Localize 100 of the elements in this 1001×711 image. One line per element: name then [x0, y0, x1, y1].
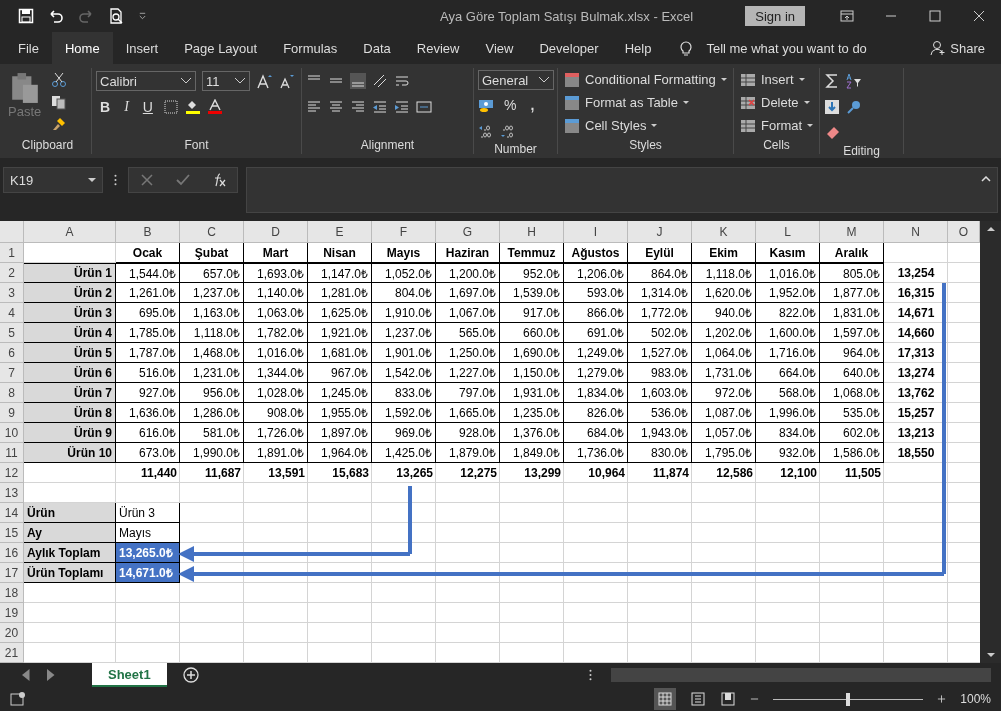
ribbon-tab[interactable]: View	[472, 32, 527, 64]
wrap-text-icon[interactable]	[394, 73, 410, 89]
row-header[interactable]: 4	[0, 303, 24, 323]
cells-menu-button[interactable]: Format	[738, 116, 815, 135]
font-size-dropdown[interactable]: 11	[202, 71, 250, 91]
fill-down-icon[interactable]	[824, 99, 840, 115]
column-header[interactable]: H	[500, 221, 564, 243]
page-break-view-icon[interactable]	[720, 691, 737, 707]
percent-button[interactable]: %	[500, 97, 521, 113]
row-header[interactable]: 9	[0, 403, 24, 423]
copy-icon[interactable]	[51, 94, 68, 110]
horizontal-align-icon[interactable]	[328, 99, 344, 115]
scissors-icon[interactable]	[51, 72, 68, 88]
ribbon-tab[interactable]: Page Layout	[171, 32, 271, 64]
scroll-down-icon[interactable]	[986, 653, 995, 657]
orientation-icon[interactable]	[372, 73, 388, 89]
column-header[interactable]: L	[756, 221, 820, 243]
shrink-font-icon[interactable]	[278, 73, 294, 89]
ribbon-tab[interactable]: Data	[350, 32, 404, 64]
next-sheet-icon[interactable]	[47, 669, 56, 681]
bold-button[interactable]: B	[96, 99, 115, 115]
ribbon-tab[interactable]: Help	[611, 32, 665, 64]
row-header[interactable]: 20	[0, 623, 24, 643]
italic-button[interactable]: I	[120, 99, 133, 115]
grow-font-icon[interactable]	[256, 73, 272, 89]
ribbon-tab[interactable]: Insert	[112, 32, 172, 64]
row-header[interactable]: 8	[0, 383, 24, 403]
page-layout-view-icon[interactable]	[690, 691, 707, 707]
horizontal-scrollbar[interactable]	[611, 668, 991, 682]
row-header[interactable]: 3	[0, 283, 24, 303]
row-header[interactable]: 18	[0, 583, 24, 603]
save-icon[interactable]	[18, 8, 34, 24]
close-icon[interactable]	[971, 8, 987, 24]
format-painter-icon[interactable]	[51, 116, 68, 132]
number-format-dropdown[interactable]: General	[478, 70, 554, 90]
sort-filter-icon[interactable]	[846, 73, 862, 89]
column-header[interactable]: F	[372, 221, 436, 243]
currency-icon[interactable]	[478, 97, 494, 113]
column-header[interactable]: O	[948, 221, 980, 243]
underline-button[interactable]: U	[138, 99, 157, 115]
column-header[interactable]: M	[820, 221, 884, 243]
add-sheet-icon[interactable]	[182, 667, 199, 683]
tell-me-search[interactable]: Tell me what you want to do	[706, 40, 867, 56]
row-header[interactable]: 15	[0, 523, 24, 543]
row-header[interactable]: 5	[0, 323, 24, 343]
zoom-slider-thumb[interactable]	[846, 692, 851, 706]
row-header[interactable]: 6	[0, 343, 24, 363]
row-header[interactable]: 11	[0, 443, 24, 463]
increase-indent-icon[interactable]	[394, 99, 410, 115]
share-button[interactable]: Share	[924, 32, 1001, 64]
horizontal-align-icon[interactable]	[350, 99, 366, 115]
ribbon-tab[interactable]: Formulas	[270, 32, 351, 64]
column-header[interactable]: J	[628, 221, 692, 243]
ribbon-tab[interactable]: File	[5, 32, 52, 64]
scroll-up-icon[interactable]	[986, 227, 995, 231]
ribbon-tab[interactable]: Developer	[526, 32, 612, 64]
row-header[interactable]: 19	[0, 603, 24, 623]
cells-menu-button[interactable]: Delete	[738, 93, 815, 112]
decrease-decimal-icon[interactable]	[500, 123, 516, 139]
row-header[interactable]: 7	[0, 363, 24, 383]
decrease-indent-icon[interactable]	[372, 99, 388, 115]
column-header[interactable]: B	[116, 221, 180, 243]
zoom-in-icon[interactable]	[937, 693, 947, 705]
column-header[interactable]: I	[564, 221, 628, 243]
column-header[interactable]: A	[24, 221, 116, 243]
redo-icon[interactable]	[78, 8, 94, 24]
ribbon-tab[interactable]: Review	[403, 32, 473, 64]
sign-in-button[interactable]: Sign in	[745, 6, 805, 26]
column-header[interactable]: K	[692, 221, 756, 243]
cells-menu-button[interactable]: Insert	[738, 70, 815, 89]
customize-caret-icon[interactable]	[138, 10, 147, 22]
styles-menu-button[interactable]: Format as Table	[562, 93, 729, 112]
formula-input[interactable]	[246, 167, 998, 213]
column-header[interactable]: G	[436, 221, 500, 243]
macro-record-icon[interactable]	[10, 691, 26, 707]
comma-button[interactable]: ,	[526, 97, 539, 113]
magnifier-icon[interactable]	[846, 99, 862, 115]
autosum-icon[interactable]	[824, 73, 840, 89]
horizontal-align-icon[interactable]	[306, 99, 322, 115]
enter-check-icon[interactable]	[175, 172, 191, 188]
previous-sheet-icon[interactable]	[22, 669, 31, 681]
merge-center-icon[interactable]	[416, 99, 432, 115]
maximize-icon[interactable]	[927, 8, 943, 24]
ribbon-tab[interactable]: Home	[51, 32, 113, 64]
row-header[interactable]: 12	[0, 463, 24, 483]
row-header[interactable]: 13	[0, 483, 24, 503]
cancel-icon[interactable]	[139, 172, 155, 188]
fill-color-icon[interactable]	[184, 99, 201, 115]
styles-menu-button[interactable]: Conditional Formatting	[562, 70, 729, 89]
row-header[interactable]: 10	[0, 423, 24, 443]
column-header[interactable]: E	[308, 221, 372, 243]
row-header[interactable]: 21	[0, 643, 24, 663]
name-box[interactable]: K19	[3, 167, 103, 193]
font-color-icon[interactable]	[206, 99, 223, 115]
row-header[interactable]: 16	[0, 543, 24, 563]
row-header[interactable]: 14	[0, 503, 24, 523]
ribbon-display-icon[interactable]	[839, 8, 855, 24]
row-header[interactable]: 17	[0, 563, 24, 583]
collapse-icon[interactable]	[981, 176, 991, 182]
row-header[interactable]: 2	[0, 263, 24, 283]
